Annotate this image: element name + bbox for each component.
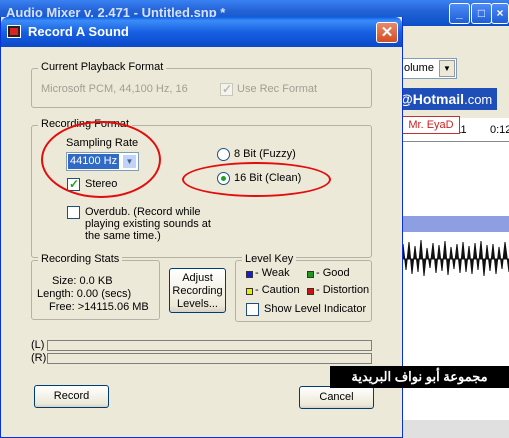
recording-stats-group: Recording Stats Size: 0.0 KB Length: 0.0…	[31, 253, 160, 320]
recording-format-group: Recording Format Sampling Rate 44100 Hz …	[31, 118, 372, 258]
overdub-label-line3: the same time.)	[85, 230, 161, 242]
chevron-down-icon[interactable]: ▼	[122, 154, 137, 169]
adjust-recording-levels-button[interactable]: Adjust Recording Levels...	[169, 268, 226, 313]
track-bottom-bar	[400, 420, 509, 438]
track-header-band	[400, 216, 509, 232]
close-icon[interactable]: ×	[491, 3, 509, 24]
bit16-label: 16 Bit (Clean)	[234, 172, 302, 184]
close-icon: ✕	[380, 24, 394, 41]
playback-format-label: Current Playback Format	[38, 61, 167, 73]
caution-swatch	[246, 288, 253, 295]
sampling-rate-label: Sampling Rate	[66, 137, 139, 149]
app-icon	[7, 25, 21, 38]
ruler-tick: 0:12	[490, 124, 509, 136]
bit8-radio[interactable]	[217, 148, 230, 161]
adjust-button-line1: Adjust	[182, 272, 213, 284]
waveform-graphic	[399, 239, 509, 277]
minimize-icon[interactable]: _	[449, 3, 470, 24]
distortion-label: - Distortion	[316, 284, 370, 296]
stereo-label: Stereo	[85, 178, 118, 190]
recording-format-label: Recording Format	[38, 118, 133, 130]
show-level-indicator-checkbox[interactable]	[246, 303, 259, 316]
playback-format-group: Current Playback Format Microsoft PCM, 4…	[31, 61, 372, 108]
adjust-button-line2: Recording	[172, 285, 223, 297]
stats-free: Free: >14115.06 MB	[49, 301, 149, 313]
use-rec-format-label: Use Rec Format	[237, 83, 318, 95]
good-swatch	[307, 271, 314, 278]
dialog-titlebar[interactable]: Record A Sound ✕	[1, 17, 402, 47]
stats-size: Size: 0.0 KB	[52, 275, 113, 287]
good-label: - Good	[316, 267, 350, 279]
cancel-button[interactable]: Cancel	[299, 386, 374, 409]
playback-format-value: Microsoft PCM, 44,100 Hz, 16	[41, 83, 188, 95]
right-meter-label: (R)	[31, 352, 47, 364]
level-key-group: Level Key - Weak - Good - Caution - Dist…	[235, 253, 372, 322]
email-domain: Hotmail	[412, 91, 465, 107]
use-rec-format-checkbox[interactable]	[220, 82, 233, 96]
right-level-meter	[47, 353, 372, 364]
maximize-icon[interactable]: □	[471, 3, 492, 24]
adjust-button-line3: Levels...	[177, 298, 218, 310]
dialog-close-button[interactable]: ✕	[376, 22, 398, 43]
dialog-title: Record A Sound	[28, 24, 129, 39]
sampling-rate-value: 44100 Hz	[68, 154, 120, 169]
distortion-swatch	[307, 288, 314, 295]
volume-combo[interactable]: olume ▼	[400, 58, 457, 79]
recording-stats-label: Recording Stats	[38, 253, 123, 265]
weak-label: - Weak	[255, 267, 290, 279]
left-level-meter	[47, 340, 372, 351]
stats-length: Length: 0.00 (secs)	[37, 288, 132, 300]
left-meter-label: (L)	[31, 339, 45, 351]
weak-swatch	[246, 271, 253, 278]
overdub-checkbox[interactable]	[67, 206, 80, 219]
waveform[interactable]	[399, 232, 509, 286]
stereo-checkbox[interactable]	[67, 177, 80, 191]
email-tld: .com	[464, 92, 493, 107]
overdub-label-line1: Overdub. (Record while	[85, 206, 201, 218]
author-watermark: Mr. EyaD	[402, 116, 460, 134]
caution-label: - Caution	[255, 284, 300, 296]
volume-combo-value: olume	[404, 62, 434, 74]
show-level-indicator-label: Show Level Indicator	[264, 303, 367, 315]
overdub-label-line2: playing existing sounds at	[85, 218, 211, 230]
record-button[interactable]: Record	[34, 385, 109, 408]
level-key-label: Level Key	[242, 253, 297, 265]
sampling-rate-select[interactable]: 44100 Hz ▼	[66, 152, 139, 171]
track-area[interactable]	[400, 142, 509, 438]
group-banner-watermark: مجموعة أبو نواف البريدية	[330, 366, 509, 388]
bit16-radio[interactable]	[217, 172, 230, 185]
chevron-down-icon[interactable]: ▼	[439, 60, 455, 77]
bit8-label: 8 Bit (Fuzzy)	[234, 148, 296, 160]
